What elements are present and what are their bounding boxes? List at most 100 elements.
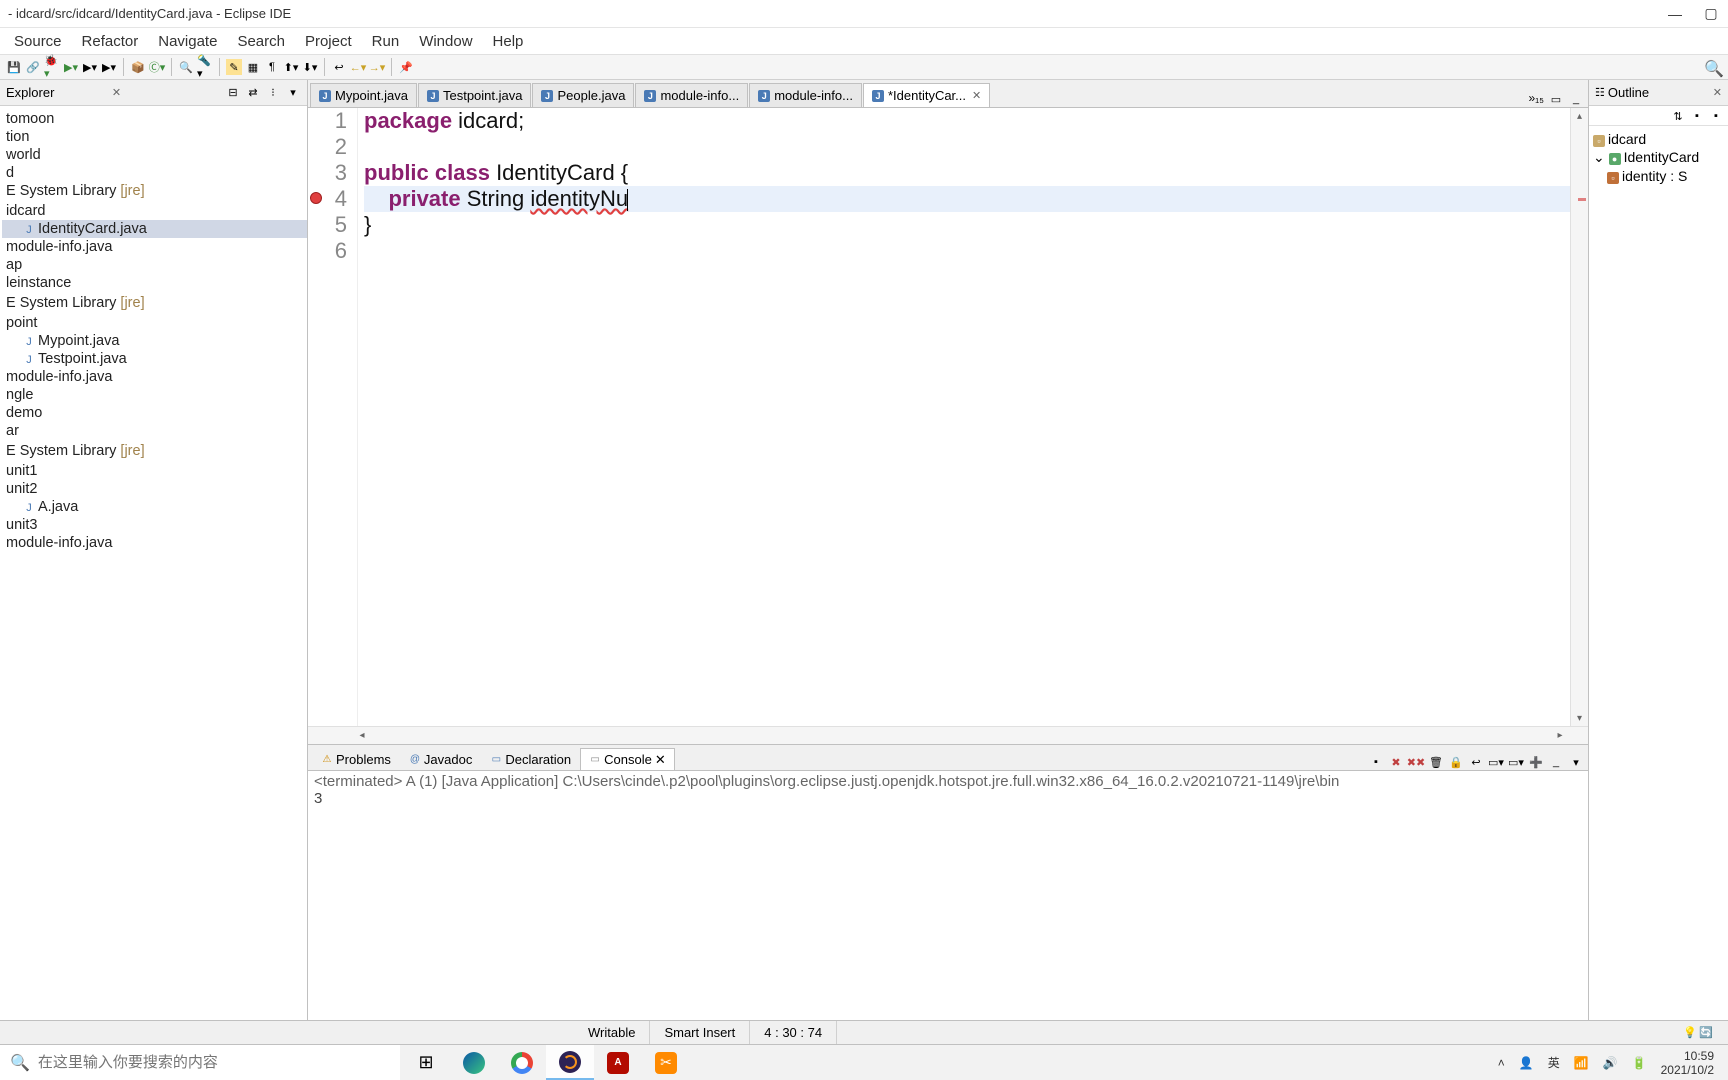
tip-icon[interactable]: 💡 xyxy=(1682,1025,1698,1041)
word-wrap-icon[interactable]: ↩ xyxy=(1468,754,1484,770)
annotation-next-icon[interactable]: ⬇▾ xyxy=(302,59,318,75)
code-line[interactable] xyxy=(364,134,1570,160)
error-marker-icon[interactable] xyxy=(310,192,322,204)
tab-overflow-indicator[interactable]: »₁₅ xyxy=(1528,91,1544,107)
menu-help[interactable]: Help xyxy=(483,31,534,52)
scroll-right-icon[interactable]: ▸ xyxy=(1552,727,1568,744)
last-edit-icon[interactable]: ↩ xyxy=(331,59,347,75)
pin-icon[interactable]: 📌 xyxy=(398,59,414,75)
collapse-all-icon[interactable]: ⊟ xyxy=(225,85,241,101)
hide-fields-icon[interactable]: ▪ xyxy=(1689,108,1705,124)
acrobat-icon[interactable]: A xyxy=(594,1045,642,1080)
chrome-icon[interactable] xyxy=(498,1045,546,1080)
scroll-lock-icon[interactable]: 🔒 xyxy=(1448,754,1464,770)
close-tab-icon[interactable]: ✕ xyxy=(972,89,981,102)
focus-icon[interactable]: ⁝ xyxy=(265,85,281,101)
link-editor-icon[interactable]: ⇄ xyxy=(245,85,261,101)
panel-tab-javadoc[interactable]: @Javadoc xyxy=(400,748,481,770)
tree-item[interactable]: E System Library [jre] xyxy=(2,294,307,312)
wifi-icon[interactable]: 📶 xyxy=(1574,1056,1589,1070)
outline-item[interactable]: ▫idcard xyxy=(1593,130,1724,148)
panel-tab-declaration[interactable]: ▭Declaration xyxy=(481,748,580,770)
close-view-icon[interactable]: ✕ xyxy=(112,86,121,99)
save-all-icon[interactable]: 💾 xyxy=(6,59,22,75)
tree-item[interactable]: tomoon xyxy=(2,110,307,128)
forward-icon[interactable]: →▾ xyxy=(369,59,385,75)
tree-item[interactable]: JTestpoint.java xyxy=(2,350,307,368)
scroll-left-icon[interactable]: ◂ xyxy=(354,727,370,744)
code-line[interactable]: } xyxy=(364,212,1570,238)
menu-run[interactable]: Run xyxy=(362,31,410,52)
tree-item[interactable]: module-info.java xyxy=(2,534,307,552)
code-line[interactable]: package idcard; xyxy=(364,108,1570,134)
minimize-editor-icon[interactable]: _ xyxy=(1568,91,1584,107)
close-panel-icon[interactable]: ✕ xyxy=(655,752,666,768)
tray-expand-icon[interactable]: ˄ xyxy=(1498,1056,1505,1070)
search-icon[interactable]: 🔦▾ xyxy=(197,59,213,75)
run-icon[interactable]: ▶▾ xyxy=(63,59,79,75)
menu-refactor[interactable]: Refactor xyxy=(72,31,149,52)
editor-tab[interactable]: Jmodule-info... xyxy=(635,83,748,107)
show-console-icon[interactable]: ▭▾ xyxy=(1488,754,1504,770)
quick-access-icon[interactable]: 🔍 xyxy=(1704,59,1720,75)
vertical-scrollbar[interactable]: ▴ ▾ xyxy=(1570,108,1588,726)
tree-item[interactable]: E System Library [jre] xyxy=(2,442,307,460)
panel-tab-console[interactable]: ▭Console ✕ xyxy=(580,748,675,770)
horizontal-scrollbar[interactable]: ◂ ▸ xyxy=(308,726,1588,744)
menu-search[interactable]: Search xyxy=(227,31,295,52)
tree-item[interactable]: module-info.java xyxy=(2,368,307,386)
expand-icon[interactable]: ⌄ xyxy=(1593,149,1609,165)
edge-icon[interactable] xyxy=(450,1045,498,1080)
editor-tab[interactable]: Jmodule-info... xyxy=(749,83,862,107)
tree-item[interactable]: tion xyxy=(2,128,307,146)
open-console-icon[interactable]: ▭▾ xyxy=(1508,754,1524,770)
clear-console-icon[interactable]: 🗑 xyxy=(1428,754,1444,770)
editor-tab[interactable]: JMypoint.java xyxy=(310,83,417,107)
tree-item[interactable]: world xyxy=(2,146,307,164)
tree-item[interactable]: module-info.java xyxy=(2,238,307,256)
code-line[interactable] xyxy=(364,238,1570,264)
people-icon[interactable]: 👤 xyxy=(1519,1056,1534,1070)
toggle-block-icon[interactable]: ▦ xyxy=(245,59,261,75)
tree-item[interactable]: unit1 xyxy=(2,462,307,480)
tree-item[interactable]: unit3 xyxy=(2,516,307,534)
coverage-icon[interactable]: ▶▾ xyxy=(82,59,98,75)
debug-icon[interactable]: 🐞▾ xyxy=(44,59,60,75)
taskbar-search[interactable]: 🔍 xyxy=(0,1045,400,1080)
editor-tab[interactable]: JPeople.java xyxy=(532,83,634,107)
min-panel-icon[interactable]: _ xyxy=(1548,754,1564,770)
open-type-icon[interactable]: 🔍 xyxy=(178,59,194,75)
code-line[interactable]: private String identityNu xyxy=(364,186,1570,212)
outline-item[interactable]: ⌄ ●IdentityCard xyxy=(1593,148,1724,167)
tree-item[interactable]: unit2 xyxy=(2,480,307,498)
panel-tab-problems[interactable]: ⚠Problems xyxy=(312,748,400,770)
status-update-icon[interactable]: 🔄 xyxy=(1698,1025,1714,1041)
outline-tree[interactable]: ▫idcard⌄ ●IdentityCard▫identity : S xyxy=(1589,126,1728,1044)
tree-item[interactable]: demo xyxy=(2,404,307,422)
tree-item[interactable]: d xyxy=(2,164,307,182)
annotation-prev-icon[interactable]: ⬆▾ xyxy=(283,59,299,75)
toggle-mark-icon[interactable]: ✎ xyxy=(226,59,242,75)
ext-tools-icon[interactable]: ▶▾ xyxy=(101,59,117,75)
link-icon[interactable]: 🔗 xyxy=(25,59,41,75)
sort-icon[interactable]: ⇅ xyxy=(1670,108,1686,124)
editor-content[interactable]: package idcard; public class IdentityCard… xyxy=(358,108,1570,726)
tree-item[interactable]: point xyxy=(2,314,307,332)
minimize-button[interactable]: — xyxy=(1666,5,1684,23)
volume-icon[interactable]: 🔊 xyxy=(1603,1056,1618,1070)
code-line[interactable]: public class IdentityCard { xyxy=(364,160,1570,186)
code-editor[interactable]: 123456 package idcard;public class Ident… xyxy=(308,108,1588,726)
tree-item[interactable]: ngle xyxy=(2,386,307,404)
new-console-icon[interactable]: ➕ xyxy=(1528,754,1544,770)
console-output[interactable]: <terminated> A (1) [Java Application] C:… xyxy=(308,771,1588,1026)
tree-item[interactable]: leinstance xyxy=(2,274,307,292)
tree-item[interactable]: ar xyxy=(2,422,307,440)
tree-item[interactable]: idcard xyxy=(2,202,307,220)
remove-launch-icon[interactable]: ✖ xyxy=(1388,754,1404,770)
snip-icon[interactable]: ✂ xyxy=(642,1045,690,1080)
taskbar-clock[interactable]: 10:59 2021/10/2 xyxy=(1661,1049,1718,1077)
eclipse-icon[interactable] xyxy=(546,1045,594,1080)
scroll-down-icon[interactable]: ▾ xyxy=(1571,710,1588,726)
menu-navigate[interactable]: Navigate xyxy=(148,31,227,52)
tree-item[interactable]: ap xyxy=(2,256,307,274)
